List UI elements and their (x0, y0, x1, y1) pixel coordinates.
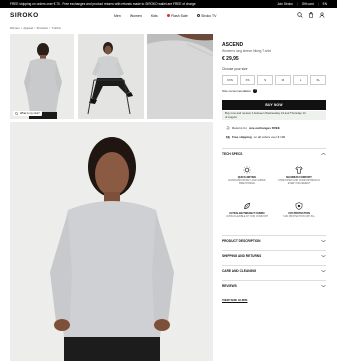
size-option-xl[interactable]: XL (310, 75, 327, 85)
feather-icon (244, 202, 251, 210)
nav-flash-sale-label: Flash Sale (171, 13, 188, 18)
nav-siroko-tv-label: Siroko TV (201, 13, 217, 18)
logo[interactable]: SIROKO (10, 12, 39, 19)
tshirt-icon (295, 166, 303, 174)
header-icons (297, 12, 325, 18)
promo-bar: FREE shipping on orders over € 70 . Free… (0, 0, 337, 8)
breadcrumb-separator: / (21, 26, 22, 30)
size-option-m[interactable]: M (275, 75, 291, 85)
account-icon[interactable] (319, 12, 325, 18)
benefit-returns: Returns for size exchanges FREE (226, 126, 280, 130)
accordion-reviews-label: REVIEWS (222, 283, 237, 288)
benefit-shipping: Free shipping on all orders over € 100 (226, 135, 285, 139)
flash-dot-icon (166, 14, 170, 18)
breadcrumb-products[interactable]: Products (37, 26, 48, 30)
size-guide-link[interactable]: VIEW SIZE GUIDE (222, 298, 248, 302)
accordion-tech-specs[interactable]: TECH SPECS (222, 148, 326, 158)
uv-shield-icon (295, 202, 303, 210)
size-option-xxs[interactable]: XXS (222, 75, 238, 85)
product-photo-back[interactable]: What is my size? (10, 34, 74, 119)
product-photo-seated[interactable] (78, 34, 144, 119)
main-nav: Men Women Kids Flash Sale Siroko TV (114, 14, 216, 18)
gift-card-link[interactable]: Gift card (302, 2, 314, 6)
size-help-chip[interactable]: What is my size? (13, 110, 42, 116)
separator: | (296, 2, 298, 7)
accordion-tech-specs-label: TECH SPECS (222, 151, 243, 156)
nav-men[interactable]: Men (114, 14, 121, 18)
accordion-product-description[interactable]: PRODUCT DESCRIPTION (222, 235, 326, 245)
feature-quick-drying: QUICK-DRYING ENHANCES BODILY AND SUPER B… (222, 166, 272, 186)
delivery-line-2: of August (225, 114, 237, 119)
promo-text: FREE shipping on orders over € 70 . Free… (10, 2, 196, 7)
benefit-returns-prefix: Returns for (232, 126, 247, 130)
chevron-up-icon (321, 152, 326, 155)
feature-uv-protection: UV6 PROTECTION SUN PROTECTION UPF 50+ (274, 202, 324, 219)
product-description: Women's long sleeve hiking T-shirt (222, 49, 272, 53)
accordion-care-cleaning[interactable]: CARE AND CLEANING (222, 265, 326, 275)
feature-maximum-comfort: MAXIMUM COMFORT STRETCHES AND COMFORTABL… (274, 166, 324, 186)
nav-siroko-tv[interactable]: Siroko TV (196, 13, 217, 18)
accordion-shipping-returns-label: SHIPPING AND RETURNS (222, 253, 262, 258)
breadcrumb: Women / Apparel / Products / T-shirts (10, 26, 61, 30)
accordion-shipping-returns[interactable]: SHIPPING AND RETURNS (222, 250, 326, 260)
chevron-down-icon (321, 254, 326, 257)
product-price: € 29,95 (222, 56, 239, 62)
size-help-label: What is my size? (20, 111, 40, 115)
size-option-xs[interactable]: XS (239, 75, 256, 85)
cart-icon[interactable] (308, 12, 314, 18)
nav-women[interactable]: Women (130, 14, 142, 18)
feature-desc: STRETCHES AND COMFORTABLE IN EVERY MOVEM… (278, 179, 320, 185)
size-recommendation-label: Size recommendation (222, 89, 252, 93)
separator: | (317, 2, 319, 7)
breadcrumb-women[interactable]: Women (10, 26, 20, 30)
model-seated-illustration (78, 34, 144, 119)
truck-icon (226, 136, 230, 139)
benefit-shipping-bold: Free shipping (232, 135, 252, 139)
size-option-l[interactable]: L (292, 75, 309, 85)
fabric-detail-illustration (147, 34, 213, 119)
buy-now-button[interactable]: BUY NOW (222, 100, 326, 110)
returns-icon (226, 126, 230, 130)
size-recommendation[interactable]: Size recommendation ? (222, 89, 258, 93)
magnifier-icon (15, 111, 19, 115)
help-icon: ? (253, 89, 258, 93)
chevron-down-icon (321, 239, 326, 242)
product-photo-main[interactable] (10, 122, 213, 361)
size-selector: XXS XS S M L XL (222, 75, 327, 85)
nav-flash-sale[interactable]: Flash Sale (166, 13, 188, 18)
feature-desc: ENHANCES BODILY AND SUPER BREATHABLE (228, 179, 266, 185)
breadcrumb-separator: / (49, 26, 51, 30)
feature-desc: SUN PROTECTION UPF 50+ (283, 215, 315, 218)
sun-drop-icon (243, 166, 251, 174)
accordion-reviews[interactable]: REVIEWS (222, 280, 326, 290)
benefit-returns-bold: size exchanges FREE (248, 126, 280, 130)
benefit-shipping-text: on all orders over € 100 (253, 135, 286, 139)
feature-ultralight-fabric: ULTRALIGHTWEIGHT FABRIC ULTRA FLEXIBLE F… (222, 202, 272, 219)
search-icon[interactable] (297, 12, 303, 18)
product-photo-detail[interactable] (147, 34, 213, 119)
topbar-links: Join Siroko | Gift card | EN (277, 2, 327, 6)
size-label: Choose your size (222, 67, 248, 71)
model-back-illustration (10, 34, 74, 119)
chevron-down-icon (321, 284, 326, 287)
site-header: SIROKO Men Women Kids Flash Sale Siroko … (0, 8, 337, 23)
feature-desc: ULTRA FLEXIBLE FIT FOR COMFORT (226, 215, 268, 218)
breadcrumb-separator: / (34, 26, 36, 30)
delivery-estimate: Buy now and receive it between Wednesday… (222, 111, 326, 120)
breadcrumb-tshirts[interactable]: T-shirts (52, 26, 61, 30)
chevron-down-icon (321, 269, 326, 272)
language-selector[interactable]: EN (323, 2, 327, 6)
product-name: ASCEND (222, 42, 244, 48)
join-link[interactable]: Join Siroko (277, 2, 293, 6)
size-option-s[interactable]: S (257, 75, 274, 85)
nav-kids[interactable]: Kids (151, 14, 158, 18)
tv-icon (196, 14, 200, 18)
model-front-illustration (10, 122, 213, 361)
breadcrumb-apparel[interactable]: Apparel (23, 26, 33, 30)
accordion-product-description-label: PRODUCT DESCRIPTION (222, 238, 261, 243)
accordion-care-cleaning-label: CARE AND CLEANING (222, 268, 257, 273)
